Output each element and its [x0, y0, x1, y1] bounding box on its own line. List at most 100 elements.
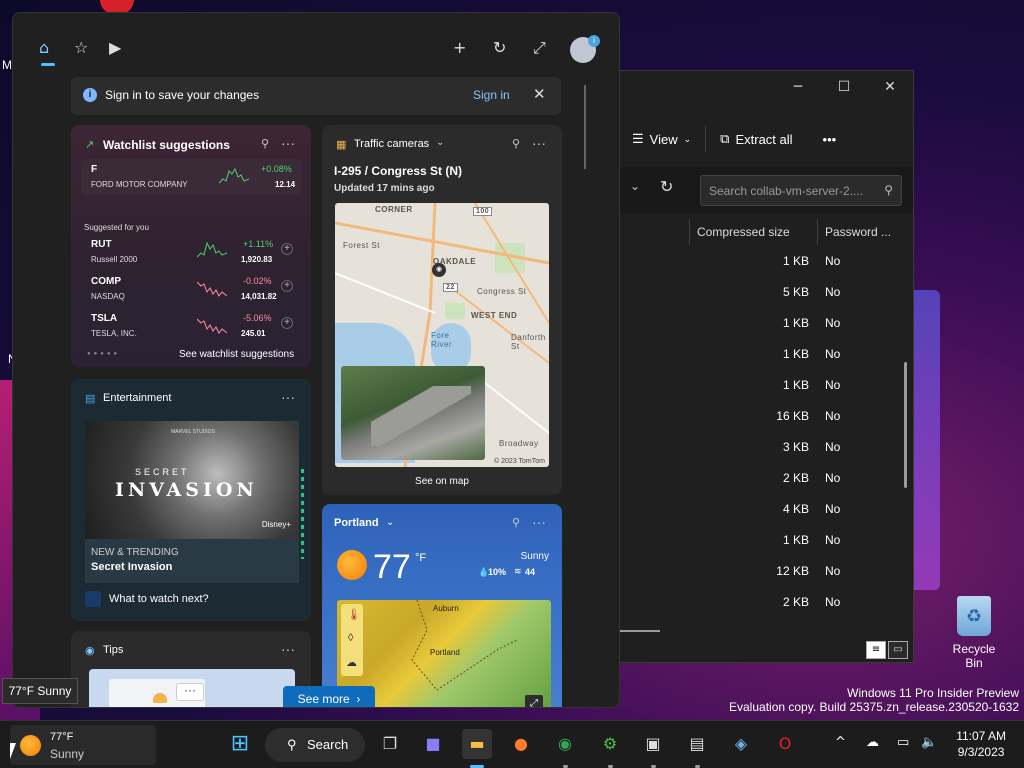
chevron-down-icon[interactable]: ⌄ [386, 517, 394, 528]
table-row[interactable]: 3 KB No [620, 432, 913, 463]
search-input[interactable]: Search collab-vm-server-2.... ⚲ [700, 175, 902, 206]
table-row[interactable]: 1 KB No [620, 370, 913, 401]
more-options-icon[interactable]: ··· [281, 135, 295, 151]
lightbulb-icon: ◉ [85, 645, 95, 657]
details-view-icon[interactable]: ≡ [866, 641, 886, 659]
network-icon[interactable]: ▭ [897, 735, 909, 750]
refresh-icon[interactable]: ↻ [660, 177, 673, 196]
column-password[interactable]: Password ... [825, 225, 891, 239]
volume-icon[interactable]: 🔈 [921, 735, 937, 750]
add-to-watchlist-icon[interactable]: + [281, 317, 293, 329]
start-icon[interactable]: ⊞ [225, 729, 255, 759]
radar-layer-selector[interactable]: 🌡 ◊ ☁ [341, 604, 363, 676]
home-icon[interactable]: ⌂ [39, 38, 49, 57]
star-add-icon[interactable]: ☆ [74, 38, 88, 57]
thermometer-icon[interactable]: 🌡 [347, 608, 361, 621]
expand-icon[interactable]: ⤢ [525, 695, 543, 707]
horizontal-scrollbar[interactable] [619, 630, 660, 632]
raindrop-icon[interactable]: ◊ [348, 632, 353, 644]
more-options-icon[interactable]: ··· [281, 389, 295, 405]
watch-next-link[interactable]: What to watch next? [109, 593, 209, 605]
more-options-icon[interactable]: ··· [532, 514, 546, 530]
signin-link[interactable]: Sign in [473, 88, 510, 102]
see-more-button[interactable]: See more › [283, 686, 375, 707]
taskbar-search-button[interactable]: ⚲ Search [265, 728, 365, 762]
table-row[interactable]: 4 KB No [620, 494, 913, 525]
table-row[interactable]: 1 KB No [620, 339, 913, 370]
view-button[interactable]: ☰ View ⌄ [626, 127, 697, 151]
column-compressed-size[interactable]: Compressed size [697, 225, 790, 239]
terminal-icon[interactable]: ▣ [638, 729, 668, 759]
more-options-icon[interactable]: ··· [281, 641, 295, 657]
suggested-label: Suggested for you [84, 223, 149, 232]
opera-icon[interactable]: O [770, 729, 800, 759]
chevron-down-icon[interactable]: ⌄ [436, 137, 444, 148]
precip-chance: 10% [488, 567, 507, 577]
console-icon[interactable]: ▤ [682, 729, 712, 759]
stock-row[interactable]: RUT Russell 2000 +1.11% 1,920.83 + [81, 237, 301, 271]
chevron-down-icon[interactable]: ⌄ [630, 179, 640, 193]
teams-chat-icon[interactable]: ■ [418, 729, 448, 759]
virtualbox-icon[interactable]: ◈ [726, 729, 756, 759]
chevron-up-icon[interactable]: ^ [835, 735, 846, 750]
stock-row[interactable]: COMP NASDAQ -0.02% 14,031.82 + [81, 274, 301, 308]
table-row[interactable]: 1 KB No [620, 246, 913, 277]
more-options-button[interactable]: ••• [817, 128, 843, 151]
expand-icon[interactable]: ⤢ [533, 38, 546, 58]
column-divider[interactable] [817, 219, 818, 245]
file-explorer-icon[interactable]: ▬ [462, 729, 492, 759]
vertical-scrollbar[interactable] [904, 362, 907, 488]
recycle-bin[interactable]: ♻ Recycle Bin [944, 596, 1004, 670]
close-icon[interactable]: ✕ [867, 71, 913, 103]
add-to-watchlist-icon[interactable]: + [281, 243, 293, 255]
table-row[interactable]: 2 KB No [620, 463, 913, 494]
pin-icon[interactable]: ⚲ [512, 516, 520, 529]
stock-row[interactable]: TSLA TESLA, INC. -5.06% 245.01 + [81, 311, 301, 345]
table-row[interactable]: 2 KB No [620, 587, 913, 618]
table-row[interactable]: 16 KB No [620, 401, 913, 432]
camera-pin-icon[interactable]: ◉ [432, 263, 446, 277]
extract-all-button[interactable]: ⧉ Extract all [714, 127, 798, 151]
table-row[interactable]: 1 KB No [620, 308, 913, 339]
card-title[interactable]: Traffic cameras [354, 138, 429, 150]
table-row[interactable]: 5 KB No [620, 277, 913, 308]
close-icon[interactable]: ✕ [533, 85, 546, 103]
pin-icon[interactable]: ⚲ [261, 137, 269, 150]
video-icon[interactable]: ▶ [109, 38, 121, 57]
show-info[interactable]: NEW & TRENDING Secret Invasion [85, 539, 299, 583]
column-divider[interactable] [689, 219, 690, 245]
compressed-size-cell: 1 KB [782, 533, 809, 547]
panel-scrollbar[interactable] [584, 85, 586, 169]
taskbar-weather-widget[interactable]: 77°F Sunny [10, 725, 156, 765]
add-icon[interactable]: + [453, 38, 466, 57]
tiles-view-icon[interactable]: ▭ [888, 641, 908, 659]
desktop-icon-label[interactable]: M [2, 58, 12, 72]
pin-icon[interactable]: ⚲ [512, 137, 520, 150]
traffic-map[interactable]: CORNER OAKDALE WEST END Fore River Broad… [335, 203, 549, 467]
add-to-watchlist-icon[interactable]: + [281, 280, 293, 292]
firefox-icon[interactable]: ● [506, 729, 536, 759]
see-on-map-link[interactable]: See on map [322, 476, 562, 487]
map-label: Fore River [431, 331, 453, 349]
show-poster[interactable]: MARVEL STUDIOS SECRET INVASION Disney+ [85, 421, 299, 539]
table-row[interactable]: 12 KB No [620, 556, 913, 587]
more-options-icon[interactable]: ··· [532, 135, 546, 151]
maximize-icon[interactable]: ☐ [821, 71, 867, 103]
sparkline-icon [197, 241, 227, 258]
system-clock[interactable]: 11:07 AM 9/3/2023 [956, 728, 1006, 760]
refresh-icon[interactable]: ↻ [493, 38, 506, 57]
app-gear-icon[interactable]: ⚙ [595, 729, 625, 759]
table-row[interactable]: 1 KB No [620, 525, 913, 556]
recycle-bin-icon: ♻ [957, 596, 991, 636]
camera-snapshot[interactable] [341, 366, 485, 460]
weather-city[interactable]: Portland [334, 517, 379, 529]
chrome-icon[interactable]: ◉ [550, 729, 580, 759]
task-view-icon[interactable]: ❐ [375, 729, 405, 759]
onedrive-icon[interactable]: ☁ [866, 735, 879, 750]
sunny-icon [20, 735, 41, 756]
cloud-icon[interactable]: ☁ [346, 656, 357, 669]
minimize-icon[interactable]: ─ [775, 71, 821, 103]
stock-row-main[interactable]: F FORD MOTOR COMPANY +0.08% 12.14 [81, 159, 301, 195]
see-watchlist-link[interactable]: See watchlist suggestions [179, 349, 294, 360]
pager-dots[interactable]: ●●●●● [87, 351, 120, 357]
